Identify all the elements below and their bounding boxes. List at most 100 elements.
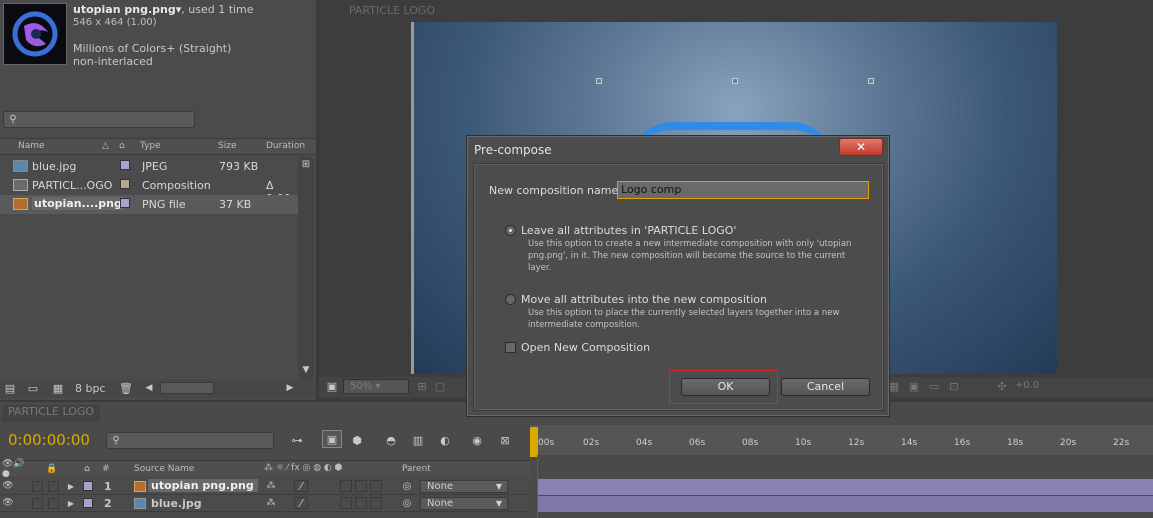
transform-handle[interactable] — [596, 78, 602, 84]
flowchart-icon[interactable]: ⊞ — [300, 157, 312, 171]
shy-switch-icon[interactable]: ⁂ — [265, 497, 277, 509]
item-size: 793 KB — [219, 160, 259, 173]
move-attributes-radio[interactable] — [505, 294, 516, 305]
transform-handle[interactable] — [732, 78, 738, 84]
timeline-tab[interactable]: PARTICLE LOGO — [2, 405, 101, 422]
live-update-icon[interactable]: ▣ — [322, 430, 342, 448]
leave-attributes-radio[interactable] — [505, 225, 516, 236]
solo-toggle[interactable] — [32, 481, 43, 492]
label-swatch[interactable] — [120, 198, 130, 208]
eye-icon[interactable]: 👁 — [2, 497, 14, 509]
timeline-panel: PARTICLE LOGO 0:00:00:00 ⚲ ⊶ ▣ ⬢ ◓ ▥ ◐ ◉… — [0, 402, 1153, 518]
col-duration[interactable]: Duration — [266, 141, 305, 151]
trash-icon[interactable]: 🗑 — [119, 382, 133, 395]
sort-arrow-icon[interactable]: △ — [102, 141, 109, 151]
switch-box[interactable] — [370, 497, 382, 509]
motion-blur-icon[interactable]: ◐ — [436, 433, 454, 447]
shy-switch-icon[interactable]: ⁂ — [265, 480, 277, 492]
new-folder-icon[interactable]: ▭ — [26, 382, 40, 395]
scroll-right-icon[interactable]: ▶ — [284, 382, 296, 394]
zoom-dropdown[interactable]: 50% ▾ — [343, 379, 409, 394]
current-timecode[interactable]: 0:00:00:00 — [8, 431, 90, 449]
project-item[interactable]: PARTICL...OGO Composition Δ 0:00 — [0, 176, 298, 205]
cancel-button[interactable]: Cancel — [781, 378, 870, 396]
dialog-title: Pre-compose — [474, 143, 552, 157]
mask-icon[interactable]: ▢ — [433, 380, 447, 393]
pickwhip-icon[interactable]: ◎ — [401, 497, 413, 509]
project-item[interactable]: blue.jpg JPEG 793 KB — [0, 157, 298, 176]
horizontal-scroll-thumb[interactable] — [160, 382, 214, 394]
viewer-tab-title[interactable]: PARTICLE LOGO — [349, 4, 435, 17]
camera-icon[interactable]: ▭ — [927, 380, 941, 393]
project-scrollbar[interactable]: ⊞ ▼ — [298, 157, 314, 379]
bpc-indicator[interactable]: 8 bpc — [75, 382, 106, 395]
scroll-down-icon[interactable]: ▼ — [300, 363, 312, 377]
parent-dropdown[interactable]: None ▼ — [420, 480, 508, 493]
current-time-indicator[interactable] — [530, 427, 538, 457]
expand-arrow-icon[interactable]: ▶ — [66, 480, 76, 492]
switch-box[interactable] — [355, 480, 367, 492]
project-item-selected[interactable]: utopian....png PNG file 37 KB — [0, 195, 298, 214]
label-swatch[interactable] — [83, 481, 93, 491]
project-search-input[interactable]: ⚲ — [3, 111, 195, 128]
col-size[interactable]: Size — [218, 141, 236, 151]
label-swatch[interactable] — [120, 160, 130, 170]
label-tag-icon[interactable]: ⌂ — [119, 141, 125, 151]
layer-duration-bar[interactable] — [537, 496, 1153, 512]
time-ruler[interactable]: 00s 02s 04s 06s 08s 10s 12s 14s 16s 18s … — [530, 425, 1153, 457]
layer-row[interactable]: 👁 ▶ 2 blue.jpg ⁂ ⁄ ◎ None ▼ — [0, 495, 530, 512]
layer-name[interactable]: blue.jpg — [151, 497, 202, 510]
open-new-composition-label[interactable]: Open New Composition — [521, 341, 650, 354]
item-name: blue.jpg — [32, 160, 77, 173]
new-composition-icon[interactable]: ▦ — [51, 382, 65, 395]
lock-toggle[interactable] — [48, 498, 59, 509]
image-file-icon — [134, 498, 146, 509]
draft-3d-icon[interactable]: ⬢ — [348, 433, 366, 447]
grid-icon[interactable]: ⊞ — [415, 380, 429, 393]
brainstorm-icon[interactable]: ◉ — [468, 433, 486, 447]
eye-icon[interactable]: 👁 — [2, 480, 14, 492]
layer-duration-bar[interactable] — [537, 479, 1153, 495]
switch-box[interactable] — [355, 497, 367, 509]
file-interlace: non-interlaced — [73, 55, 153, 68]
switch-box[interactable] — [340, 480, 352, 492]
composition-name-input[interactable]: Logo comp — [617, 181, 869, 199]
option2-label[interactable]: Move all attributes into the new composi… — [521, 293, 767, 306]
open-new-composition-checkbox[interactable] — [505, 342, 516, 353]
switch-box[interactable] — [370, 480, 382, 492]
switch-box[interactable] — [340, 497, 352, 509]
pixel-aspect-icon[interactable]: ⊡ — [947, 380, 961, 393]
label-swatch[interactable] — [83, 498, 93, 508]
quality-switch-icon[interactable]: ⁄ — [294, 480, 308, 493]
frame-blending-icon[interactable]: ▥ — [409, 433, 427, 447]
timeline-search-input[interactable]: ⚲ — [106, 432, 274, 449]
col-type[interactable]: Type — [140, 141, 161, 151]
solo-toggle[interactable] — [32, 498, 43, 509]
tick-label: 04s — [636, 438, 653, 448]
quality-switch-icon[interactable]: ⁄ — [294, 497, 308, 510]
col-source-name[interactable]: Source Name — [134, 464, 194, 474]
option1-label[interactable]: Leave all attributes in 'PARTICLE LOGO' — [521, 224, 736, 237]
interpret-footage-icon[interactable]: ▤ — [3, 382, 17, 395]
graph-editor-icon[interactable]: ⊠ — [496, 433, 514, 447]
parent-dropdown[interactable]: None ▼ — [420, 497, 508, 510]
tick-label: 08s — [742, 438, 759, 448]
expand-arrow-icon[interactable]: ▶ — [66, 497, 76, 509]
pickwhip-icon[interactable]: ◎ — [401, 480, 413, 492]
file-dimensions: 546 x 464 (1.00) — [73, 17, 157, 28]
scroll-left-icon[interactable]: ◀ — [143, 382, 155, 394]
close-icon[interactable]: ✕ — [839, 138, 883, 156]
layer-row[interactable]: 👁 ▶ 1 utopian png.png ⁂ ⁄ ◎ None ▼ — [0, 478, 530, 495]
label-swatch[interactable] — [120, 179, 130, 189]
exposure-icon[interactable]: ✣ — [995, 380, 1009, 393]
always-preview-icon[interactable]: ▣ — [325, 380, 339, 393]
transform-handle[interactable] — [868, 78, 874, 84]
lock-toggle[interactable] — [48, 481, 59, 492]
exposure-value[interactable]: +0.0 — [1015, 380, 1039, 391]
layer-name[interactable]: utopian png.png — [148, 479, 258, 492]
item-type: PNG file — [142, 198, 186, 211]
comp-mini-flowchart-icon[interactable]: ⊶ — [286, 433, 308, 447]
shy-layers-icon[interactable]: ◓ — [382, 433, 400, 447]
transparency-icon[interactable]: ▣ — [907, 380, 921, 393]
col-name[interactable]: Name — [18, 141, 45, 151]
